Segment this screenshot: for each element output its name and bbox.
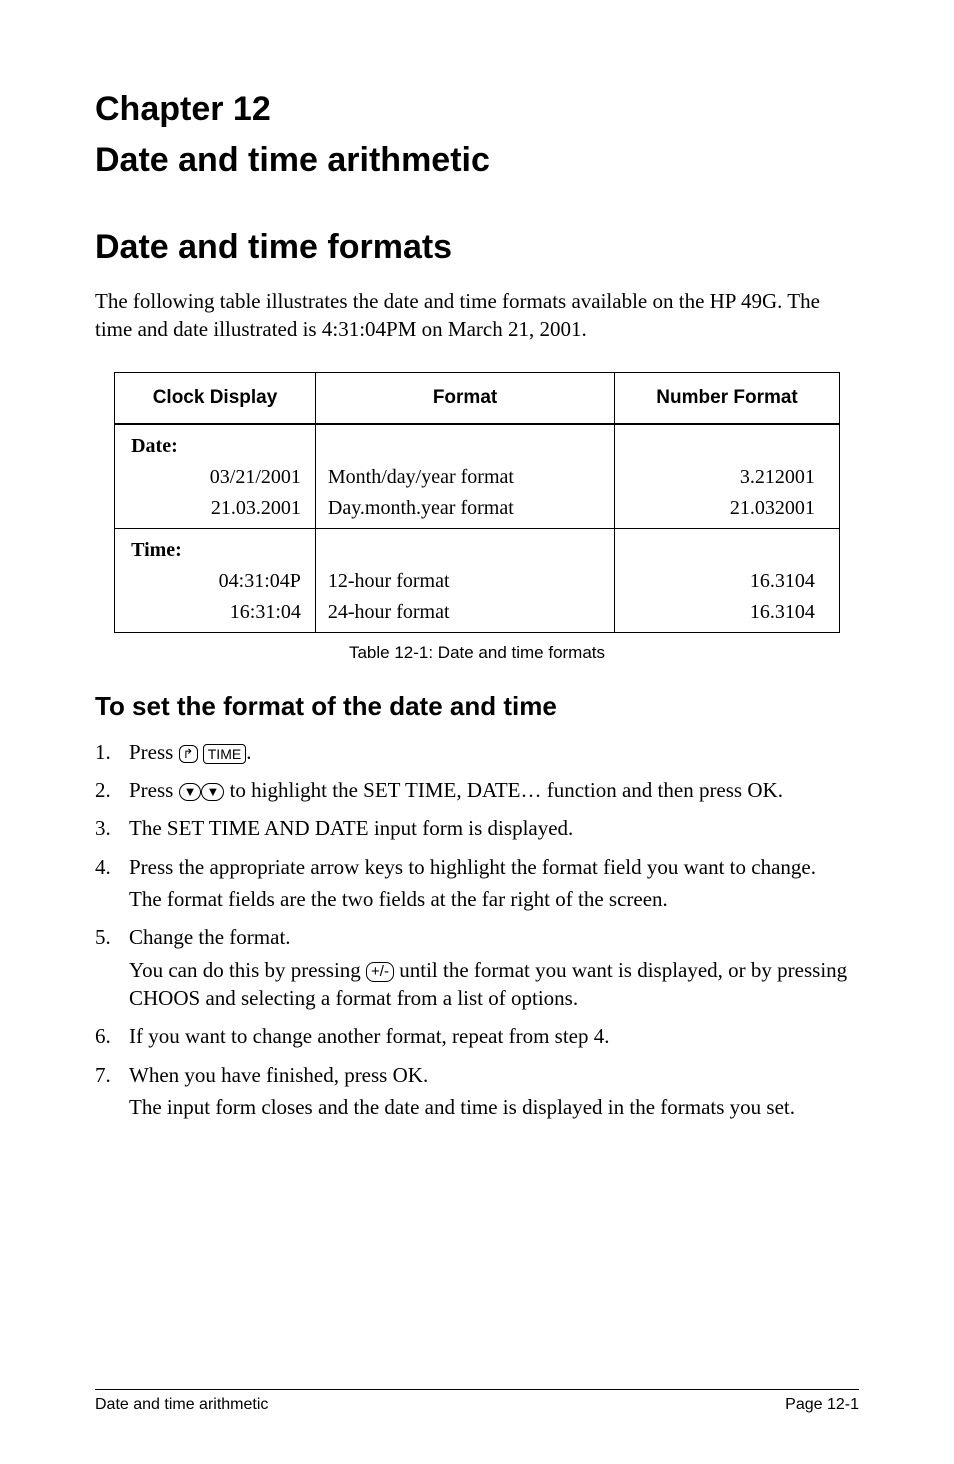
step-3-text-b: input form is displayed. [369, 816, 574, 840]
time-format-1: 12-hour format [315, 566, 614, 597]
date-number-1: 3.212001 [615, 462, 840, 493]
step-7: When you have finished, press OK. The in… [95, 1061, 859, 1122]
step-5-text-b2: until the format you want is displayed, … [394, 958, 847, 982]
step-1: Press ↱ TIME. [95, 738, 859, 766]
table-row: 03/21/2001 Month/day/year format 3.21200… [115, 462, 840, 493]
step-1-text-b: . [246, 740, 251, 764]
table-row: 21.03.2001 Day.month.year format 21.0320… [115, 493, 840, 529]
step-2-text-b: to highlight the [224, 778, 363, 802]
subsection-title: To set the format of the date and time [95, 691, 859, 722]
table-cell [315, 528, 614, 566]
step-5-text-a: Change the format. [129, 925, 291, 949]
step-5: Change the format. You can do this by pr… [95, 923, 859, 1012]
time-display-1: 04:31:04P [115, 566, 316, 597]
chapter-title: Date and time arithmetic [95, 141, 859, 180]
steps-list: Press ↱ TIME. Press ▼▼ to highlight the … [95, 738, 859, 1122]
date-label: Date: [115, 424, 316, 462]
intro-paragraph: The following table illustrates the date… [95, 287, 859, 344]
chapter-number: Chapter 12 [95, 90, 859, 129]
step-3: The SET TIME AND DATE input form is disp… [95, 814, 859, 842]
time-key-icon: TIME [203, 744, 246, 764]
intro-text-2: on March 21, 2001. [416, 317, 586, 341]
down-arrow-key-icon: ▼ [201, 783, 224, 801]
step-1-text-a: Press [129, 740, 179, 764]
time-number-2: 16.3104 [615, 597, 840, 633]
step-2-function: SET TIME, DATE… [363, 778, 541, 802]
date-format-1: Month/day/year format [315, 462, 614, 493]
section-title: Date and time formats [95, 228, 859, 267]
date-display-1: 03/21/2001 [115, 462, 316, 493]
step-2-text-a: Press [129, 778, 179, 802]
step-2-text-c: function and then press [541, 778, 747, 802]
table-cell [615, 528, 840, 566]
table-header-format: Format [315, 372, 614, 424]
table-caption: Table 12-1: Date and time formats [95, 643, 859, 663]
step-5-text-b3: and selecting a format from a list of op… [200, 986, 578, 1010]
table-row: 04:31:04P 12-hour format 16.3104 [115, 566, 840, 597]
table-cell [315, 424, 614, 462]
time-label: Time: [115, 528, 316, 566]
step-4: Press the appropriate arrow keys to high… [95, 853, 859, 914]
footer-right: Page 12-1 [785, 1396, 859, 1414]
page-footer: Date and time arithmetic Page 12-1 [95, 1389, 859, 1414]
date-display-2: 21.03.2001 [115, 493, 316, 529]
down-arrow-key-icon: ▼ [179, 783, 202, 801]
step-6: If you want to change another format, re… [95, 1022, 859, 1050]
step-5-choos: CHOOS [129, 986, 200, 1010]
step-7-text-a: When you have finished, press [129, 1063, 393, 1087]
table-header-number: Number Format [615, 372, 840, 424]
time-format-2: 24-hour format [315, 597, 614, 633]
intro-pm: PM [386, 317, 416, 341]
table-cell [615, 424, 840, 462]
step-3-text-a: The [129, 816, 167, 840]
step-3-function: SET TIME AND DATE [167, 816, 369, 840]
date-number-2: 21.032001 [615, 493, 840, 529]
step-2-ok: OK [747, 778, 777, 802]
table-row: 16:31:04 24-hour format 16.3104 [115, 597, 840, 633]
footer-left: Date and time arithmetic [95, 1396, 268, 1414]
step-2: Press ▼▼ to highlight the SET TIME, DATE… [95, 776, 859, 804]
time-display-2: 16:31:04 [115, 597, 316, 633]
right-shift-key-icon: ↱ [179, 745, 198, 763]
step-4-text-b: The format fields are the two fields at … [129, 885, 859, 913]
step-7-ok: OK [393, 1063, 423, 1087]
step-7-text-c: The input form closes and the date and t… [129, 1093, 859, 1121]
step-7-text-b: . [423, 1063, 428, 1087]
table-header-clock: Clock Display [115, 372, 316, 424]
date-format-2: Day.month.year format [315, 493, 614, 529]
step-2-text-d: . [778, 778, 783, 802]
step-5-text-b1: You can do this by pressing [129, 958, 366, 982]
time-number-1: 16.3104 [615, 566, 840, 597]
format-table: Clock Display Format Number Format Date:… [114, 372, 840, 633]
step-4-text-a: Press the appropriate arrow keys to high… [129, 855, 816, 879]
plus-minus-key-icon: +/- [366, 962, 394, 982]
